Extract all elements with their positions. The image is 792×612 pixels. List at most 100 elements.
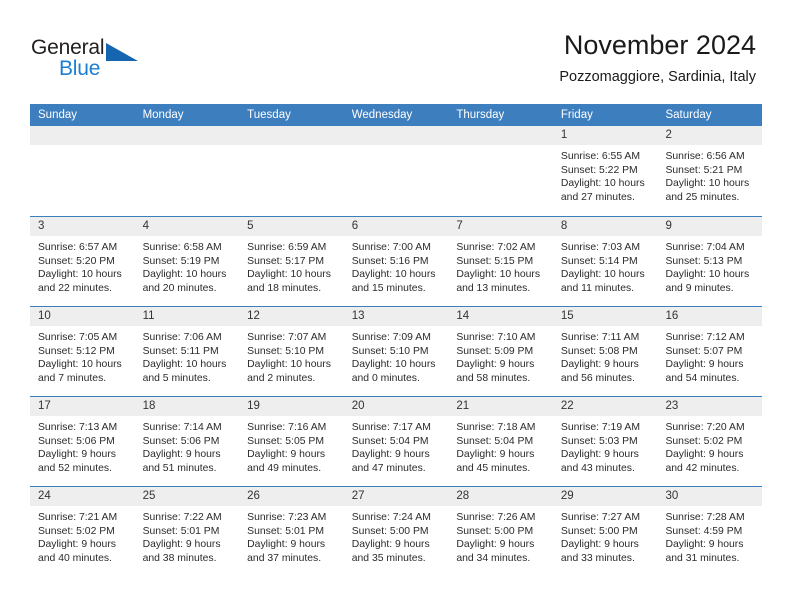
sunset-text: Sunset: 5:12 PM: [38, 345, 115, 357]
sunrise-text: Sunrise: 7:17 AM: [351, 422, 431, 433]
day-cell[interactable]: 25 Sunrise: 7:22 AM Sunset: 5:01 PM Dayl…: [134, 487, 240, 576]
day-cell[interactable]: 4 Sunrise: 6:58 AM Sunset: 5:19 PM Dayli…: [134, 217, 240, 306]
day-number: 15: [552, 307, 658, 326]
daylight-text-line1: Daylight: 9 hours: [560, 539, 639, 551]
weekday-header-saturday: Saturday: [665, 109, 712, 121]
day-cell[interactable]: [134, 126, 240, 216]
day-number: 22: [552, 397, 658, 416]
day-cell[interactable]: 15 Sunrise: 7:11 AM Sunset: 5:08 PM Dayl…: [552, 307, 658, 396]
day-number: 14: [448, 307, 553, 326]
day-number: 21: [448, 397, 553, 416]
day-number: 26: [239, 487, 344, 506]
day-number: 2: [657, 126, 763, 145]
day-info: Sunrise: 7:12 AM Sunset: 5:07 PM Dayligh…: [657, 326, 762, 385]
sunset-text: Sunset: 5:08 PM: [560, 345, 638, 357]
sunrise-text: Sunrise: 7:13 AM: [38, 422, 118, 433]
day-number: 11: [134, 307, 240, 326]
daylight-text-line1: Daylight: 10 hours: [38, 269, 122, 281]
day-cell[interactable]: 2 Sunrise: 6:56 AM Sunset: 5:21 PM Dayli…: [657, 126, 763, 216]
day-info: Sunrise: 7:03 AM Sunset: 5:14 PM Dayligh…: [553, 236, 658, 295]
day-cell[interactable]: [239, 126, 344, 216]
daylight-text-line1: Daylight: 10 hours: [247, 359, 331, 371]
daylight-text-line2: and 35 minutes.: [351, 552, 426, 564]
general-blue-logo[interactable]: General Blue: [31, 36, 151, 84]
day-cell[interactable]: 18 Sunrise: 7:14 AM Sunset: 5:06 PM Dayl…: [134, 397, 240, 486]
daylight-text-line2: and 2 minutes.: [247, 372, 316, 384]
day-cell[interactable]: 30 Sunrise: 7:28 AM Sunset: 4:59 PM Dayl…: [657, 487, 763, 576]
daylight-text-line1: Daylight: 10 hours: [456, 269, 541, 281]
day-number: 28: [448, 487, 553, 506]
day-cell[interactable]: 7 Sunrise: 7:02 AM Sunset: 5:15 PM Dayli…: [448, 217, 553, 306]
sunset-text: Sunset: 5:06 PM: [142, 435, 220, 447]
day-cell[interactable]: 26 Sunrise: 7:23 AM Sunset: 5:01 PM Dayl…: [239, 487, 344, 576]
day-number: 3: [30, 217, 135, 236]
day-info: Sunrise: 6:57 AM Sunset: 5:20 PM Dayligh…: [30, 236, 135, 295]
day-cell[interactable]: [30, 126, 135, 216]
day-cell[interactable]: 21 Sunrise: 7:18 AM Sunset: 5:04 PM Dayl…: [448, 397, 553, 486]
day-cell[interactable]: [448, 126, 553, 216]
sunset-text: Sunset: 5:21 PM: [665, 164, 743, 176]
day-info: Sunrise: 7:05 AM Sunset: 5:12 PM Dayligh…: [30, 326, 135, 385]
day-cell[interactable]: 29 Sunrise: 7:27 AM Sunset: 5:00 PM Dayl…: [552, 487, 658, 576]
day-info: Sunrise: 7:00 AM Sunset: 5:16 PM Dayligh…: [344, 236, 449, 295]
day-cell[interactable]: 19 Sunrise: 7:16 AM Sunset: 5:05 PM Dayl…: [239, 397, 344, 486]
sunrise-text: Sunrise: 7:23 AM: [247, 512, 327, 523]
sunrise-text: Sunrise: 6:55 AM: [560, 151, 641, 162]
sunrise-text: Sunrise: 7:06 AM: [142, 332, 222, 343]
day-cell[interactable]: 1 Sunrise: 6:55 AM Sunset: 5:22 PM Dayli…: [552, 126, 658, 216]
day-info: [30, 145, 135, 150]
day-cell[interactable]: 20 Sunrise: 7:17 AM Sunset: 5:04 PM Dayl…: [343, 397, 449, 486]
day-cell[interactable]: 22 Sunrise: 7:19 AM Sunset: 5:03 PM Dayl…: [552, 397, 658, 486]
day-cell[interactable]: 13 Sunrise: 7:09 AM Sunset: 5:10 PM Dayl…: [343, 307, 449, 396]
day-cell[interactable]: 10 Sunrise: 7:05 AM Sunset: 5:12 PM Dayl…: [30, 307, 135, 396]
sunset-text: Sunset: 5:17 PM: [247, 255, 324, 267]
day-info: Sunrise: 7:13 AM Sunset: 5:06 PM Dayligh…: [30, 416, 135, 475]
day-cell[interactable]: 6 Sunrise: 7:00 AM Sunset: 5:16 PM Dayli…: [343, 217, 449, 306]
sunrise-text: Sunrise: 7:24 AM: [351, 512, 431, 523]
day-cell[interactable]: 16 Sunrise: 7:12 AM Sunset: 5:07 PM Dayl…: [657, 307, 763, 396]
sunrise-text: Sunrise: 7:14 AM: [142, 422, 222, 433]
daylight-text-line2: and 42 minutes.: [665, 462, 740, 474]
daylight-text-line2: and 25 minutes.: [665, 191, 740, 203]
day-number: 30: [657, 487, 763, 506]
daylight-text-line2: and 7 minutes.: [38, 372, 107, 384]
sunset-text: Sunset: 5:01 PM: [142, 525, 220, 537]
day-number: 24: [30, 487, 135, 506]
day-cell[interactable]: 27 Sunrise: 7:24 AM Sunset: 5:00 PM Dayl…: [343, 487, 449, 576]
sunset-text: Sunset: 5:04 PM: [351, 435, 429, 447]
day-cell[interactable]: 14 Sunrise: 7:10 AM Sunset: 5:09 PM Dayl…: [448, 307, 553, 396]
day-number: 6: [343, 217, 449, 236]
sunrise-text: Sunrise: 7:02 AM: [456, 242, 536, 253]
day-cell[interactable]: 5 Sunrise: 6:59 AM Sunset: 5:17 PM Dayli…: [239, 217, 344, 306]
daylight-text-line2: and 5 minutes.: [142, 372, 211, 384]
daylight-text-line1: Daylight: 10 hours: [351, 269, 436, 281]
day-cell[interactable]: [343, 126, 449, 216]
day-cell[interactable]: 17 Sunrise: 7:13 AM Sunset: 5:06 PM Dayl…: [30, 397, 135, 486]
day-number: [343, 126, 449, 145]
day-cell[interactable]: 24 Sunrise: 7:21 AM Sunset: 5:02 PM Dayl…: [30, 487, 135, 576]
day-info: Sunrise: 7:28 AM Sunset: 4:59 PM Dayligh…: [657, 506, 762, 565]
day-cell[interactable]: 9 Sunrise: 7:04 AM Sunset: 5:13 PM Dayli…: [657, 217, 763, 306]
week-row: 1 Sunrise: 6:55 AM Sunset: 5:22 PM Dayli…: [30, 126, 763, 216]
daylight-text-line2: and 43 minutes.: [560, 462, 635, 474]
day-cell[interactable]: 8 Sunrise: 7:03 AM Sunset: 5:14 PM Dayli…: [552, 217, 658, 306]
daylight-text-line2: and 45 minutes.: [456, 462, 531, 474]
daylight-text-line1: Daylight: 10 hours: [560, 269, 645, 281]
day-cell[interactable]: 23 Sunrise: 7:20 AM Sunset: 5:02 PM Dayl…: [657, 397, 763, 486]
day-number: 27: [343, 487, 449, 506]
daylight-text-line2: and 51 minutes.: [142, 462, 217, 474]
day-cell[interactable]: 28 Sunrise: 7:26 AM Sunset: 5:00 PM Dayl…: [448, 487, 553, 576]
sunset-text: Sunset: 5:00 PM: [456, 525, 534, 537]
day-number: 19: [239, 397, 344, 416]
daylight-text-line1: Daylight: 9 hours: [456, 449, 535, 461]
day-number: 13: [343, 307, 449, 326]
daylight-text-line1: Daylight: 9 hours: [665, 539, 744, 551]
daylight-text-line2: and 15 minutes.: [351, 282, 426, 294]
day-cell[interactable]: 11 Sunrise: 7:06 AM Sunset: 5:11 PM Dayl…: [134, 307, 240, 396]
day-cell[interactable]: 3 Sunrise: 6:57 AM Sunset: 5:20 PM Dayli…: [30, 217, 135, 306]
daylight-text-line2: and 0 minutes.: [351, 372, 420, 384]
day-cell[interactable]: 12 Sunrise: 7:07 AM Sunset: 5:10 PM Dayl…: [239, 307, 344, 396]
daylight-text-line1: Daylight: 9 hours: [560, 449, 639, 461]
day-info: Sunrise: 7:20 AM Sunset: 5:02 PM Dayligh…: [657, 416, 762, 475]
sunset-text: Sunset: 5:22 PM: [560, 164, 638, 176]
